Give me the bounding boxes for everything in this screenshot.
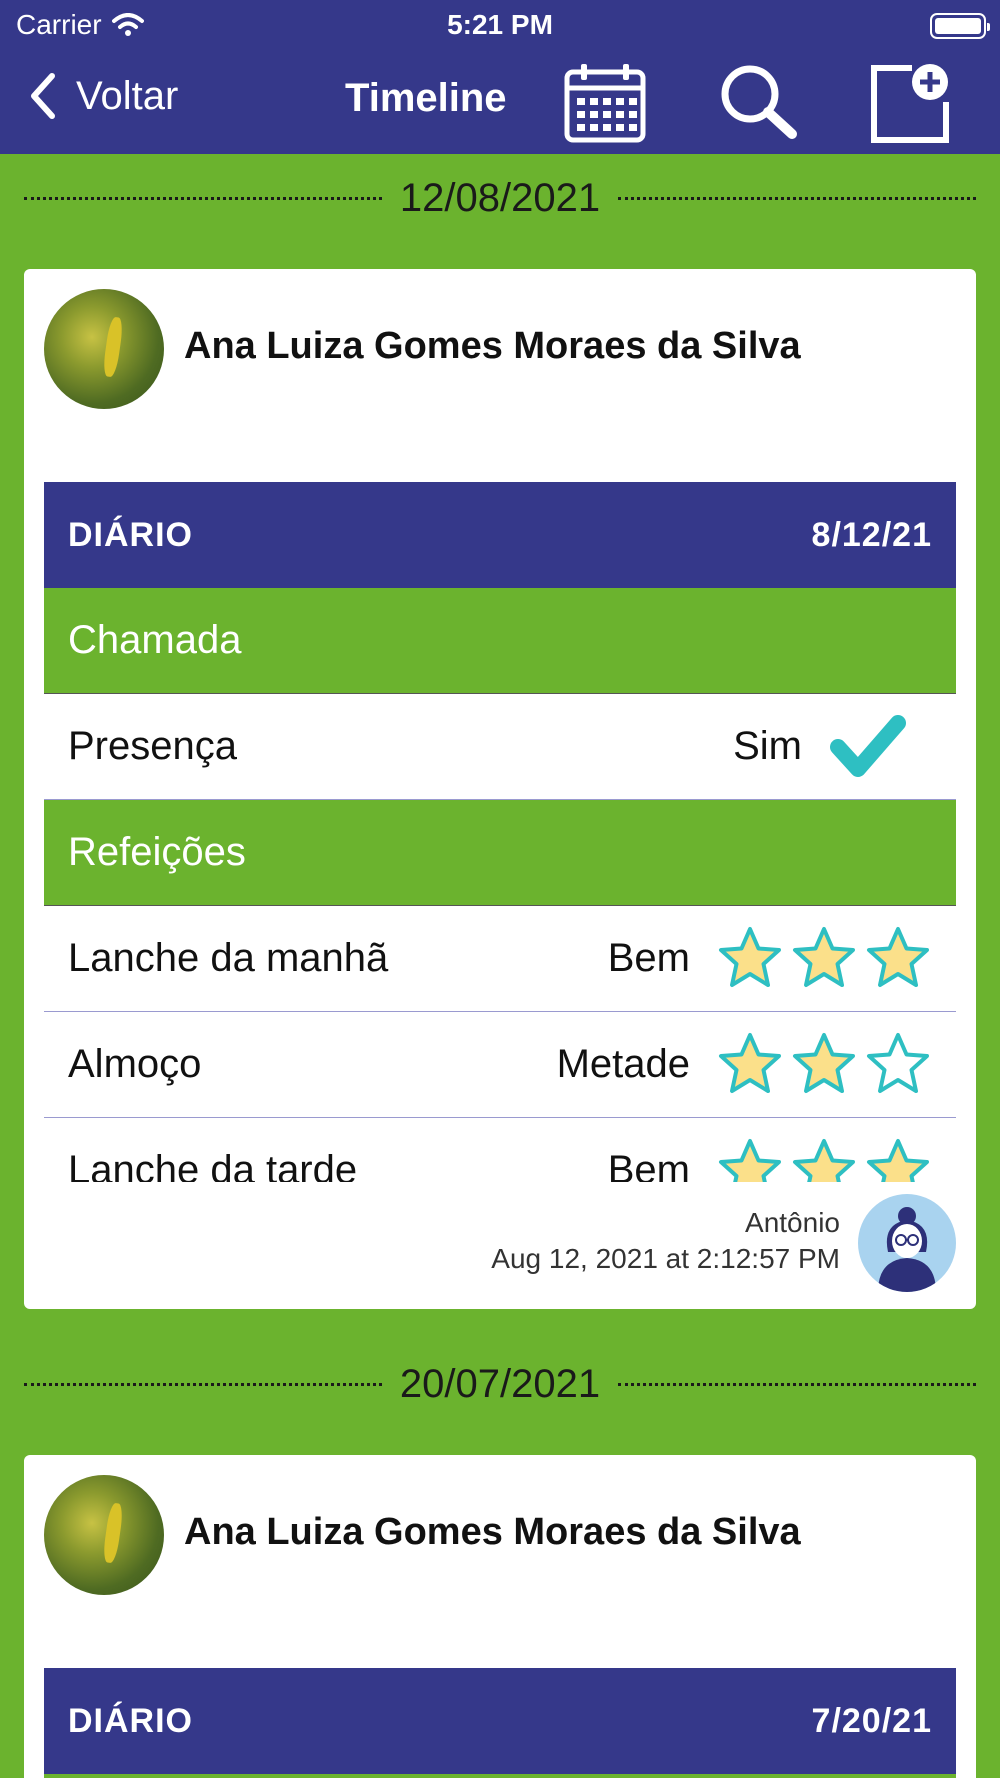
star-icon <box>867 1032 929 1093</box>
star-icon <box>793 1032 855 1093</box>
author-avatar <box>858 1194 956 1292</box>
add-note-button[interactable] <box>868 60 952 144</box>
author-name: Antônio <box>745 1207 840 1238</box>
check-icon <box>830 714 906 777</box>
meal-row: Lanche da tarde Bem <box>44 1118 956 1182</box>
post-timestamp: Aug 12, 2021 at 2:12:57 PM <box>491 1243 840 1274</box>
date-separator: 20/07/2021 <box>24 1361 977 1406</box>
search-icon <box>721 65 797 139</box>
timeline-card[interactable]: Ana Luiza Gomes Moraes da Silva DIÁRIO 7… <box>24 1455 976 1778</box>
diary-header: DIÁRIO 8/12/21 <box>44 482 956 588</box>
star-icon <box>867 926 929 987</box>
calendar-icon <box>564 64 646 143</box>
star-icon <box>719 1138 781 1182</box>
row-value: Bem <box>607 936 690 980</box>
diary-label: DIÁRIO <box>68 1701 193 1740</box>
meal-row: Lanche da manhã Bem <box>44 906 956 1012</box>
star-icon <box>793 926 855 987</box>
row-label: Lanche da manhã <box>68 936 389 980</box>
search-button[interactable] <box>716 60 800 144</box>
page-title: Timeline <box>345 76 507 120</box>
date-separator: 12/08/2021 <box>24 175 977 220</box>
date-separator-label: 20/07/2021 <box>399 1361 601 1406</box>
diary-panel[interactable]: DIÁRIO 8/12/21 Chamada Presença Sim Refe… <box>44 482 956 1182</box>
star-rating <box>716 1031 932 1099</box>
row-label: Almoço <box>68 1042 202 1086</box>
student-avatar <box>44 289 164 409</box>
student-name: Ana Luiza Gomes Moraes da Silva <box>184 1511 801 1553</box>
battery-icon <box>930 13 990 39</box>
status-time: 5:21 PM <box>447 9 553 40</box>
meal-row: Almoço Metade <box>44 1012 956 1118</box>
add-note-icon <box>871 64 949 143</box>
student-avatar <box>44 1475 164 1595</box>
back-button[interactable]: Voltar <box>28 72 178 120</box>
diary-label: DIÁRIO <box>68 515 193 554</box>
student-name: Ana Luiza Gomes Moraes da Silva <box>184 325 801 367</box>
section-header-meals: Refeições <box>44 800 956 906</box>
row-label: Lanche da tarde <box>68 1148 358 1182</box>
calendar-button[interactable] <box>563 60 647 144</box>
star-icon <box>793 1138 855 1182</box>
star-icon <box>719 926 781 987</box>
attendance-row: Presença Sim <box>44 694 956 800</box>
diary-date: 8/12/21 <box>811 515 932 554</box>
star-icon <box>719 1032 781 1093</box>
timeline-card[interactable]: Ana Luiza Gomes Moraes da Silva DIÁRIO 8… <box>24 269 976 1309</box>
diary-header: DIÁRIO 7/20/21 <box>44 1668 956 1774</box>
section-header-attendance: Chamada <box>44 588 956 694</box>
diary-panel[interactable]: DIÁRIO 7/20/21 <box>44 1668 956 1778</box>
nav-bar: Carrier 5:21 PM Voltar Timeline <box>0 0 1000 154</box>
status-bar: Carrier 5:21 PM <box>0 0 1000 50</box>
diary-date: 7/20/21 <box>811 1701 932 1740</box>
row-label: Presença <box>68 724 237 768</box>
teacher-avatar-icon <box>878 1207 936 1292</box>
chevron-left-icon <box>31 73 55 119</box>
row-value: Bem <box>607 1148 690 1182</box>
date-separator-label: 12/08/2021 <box>399 175 601 220</box>
star-rating <box>716 925 932 993</box>
author-meta: Antônio Aug 12, 2021 at 2:12:57 PM <box>491 1205 840 1277</box>
star-rating <box>716 1137 932 1182</box>
section-header-partial <box>44 1774 956 1778</box>
star-icon <box>867 1138 929 1182</box>
back-label: Voltar <box>76 73 179 118</box>
row-value: Metade <box>556 1042 690 1086</box>
row-value: Sim <box>733 724 802 768</box>
